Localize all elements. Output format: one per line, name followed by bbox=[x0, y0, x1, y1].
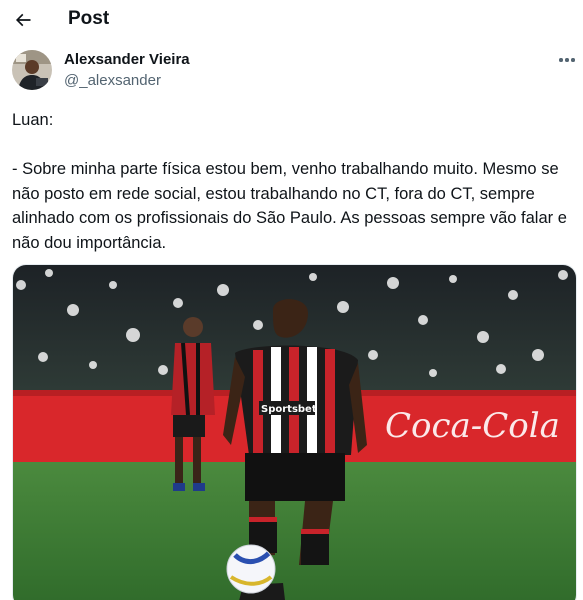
board-text: Coca-Cola bbox=[385, 406, 560, 446]
tweet-photo[interactable]: Coca-Cola Sportsbet bbox=[12, 264, 577, 600]
author-handle[interactable]: @_alexsander bbox=[64, 72, 161, 89]
more-options-button[interactable] bbox=[554, 50, 580, 70]
back-button[interactable] bbox=[8, 5, 38, 35]
arrow-left-icon bbox=[15, 13, 31, 27]
profile-photo-icon bbox=[12, 50, 52, 90]
tweet-text: Luan: - Sobre minha parte física estou b… bbox=[12, 111, 567, 252]
top-bar: Post bbox=[0, 0, 583, 40]
avatar[interactable] bbox=[12, 50, 52, 90]
page-title: Post bbox=[68, 8, 110, 29]
shirt-sponsor: Sportsbet bbox=[261, 404, 317, 415]
football-photo: Coca-Cola Sportsbet bbox=[13, 265, 576, 600]
ball bbox=[226, 544, 276, 594]
more-horizontal-icon bbox=[558, 58, 576, 62]
author-name[interactable]: Alexsander Vieira bbox=[64, 51, 190, 68]
